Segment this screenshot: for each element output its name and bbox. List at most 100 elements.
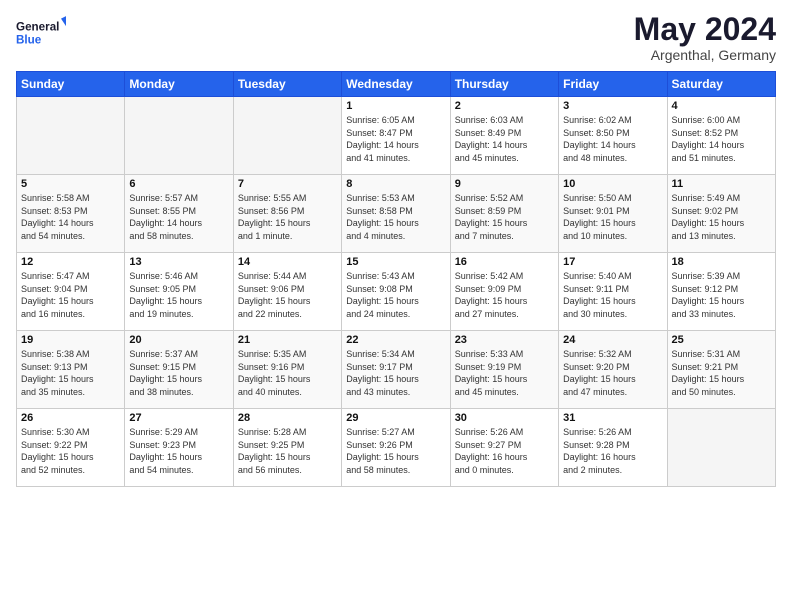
day-info: Sunrise: 5:28 AM Sunset: 9:25 PM Dayligh… [238, 426, 337, 476]
day-info: Sunrise: 5:40 AM Sunset: 9:11 PM Dayligh… [563, 270, 662, 320]
day-info: Sunrise: 5:50 AM Sunset: 9:01 PM Dayligh… [563, 192, 662, 242]
page: General Blue May 2024 Argenthal, Germany… [0, 0, 792, 612]
location-subtitle: Argenthal, Germany [634, 47, 776, 63]
day-info: Sunrise: 5:47 AM Sunset: 9:04 PM Dayligh… [21, 270, 120, 320]
table-row: 14 Sunrise: 5:44 AM Sunset: 9:06 PM Dayli… [233, 253, 341, 331]
table-row: 13 Sunrise: 5:46 AM Sunset: 9:05 PM Dayli… [125, 253, 233, 331]
day-number: 1 [346, 100, 445, 112]
month-title: May 2024 [634, 12, 776, 47]
table-row: 8Sunrise: 5:53 AM Sunset: 8:58 PM Daylig… [342, 175, 450, 253]
day-info: Sunrise: 5:57 AM Sunset: 8:55 PM Dayligh… [129, 192, 228, 242]
table-row [233, 97, 341, 175]
col-sunday: Sunday [17, 72, 125, 97]
day-info: Sunrise: 5:37 AM Sunset: 9:15 PM Dayligh… [129, 348, 228, 398]
week-row-1: 5Sunrise: 5:58 AM Sunset: 8:53 PM Daylig… [17, 175, 776, 253]
table-row: 25Sunrise: 5:31 AM Sunset: 9:21 PM Dayli… [667, 331, 775, 409]
day-number: 30 [455, 412, 554, 424]
col-saturday: Saturday [667, 72, 775, 97]
week-row-2: 12Sunrise: 5:47 AM Sunset: 9:04 PM Dayli… [17, 253, 776, 331]
day-number: 21 [238, 334, 337, 346]
day-number: 19 [21, 334, 120, 346]
table-row: 6 Sunrise: 5:57 AM Sunset: 8:55 PM Daylig… [125, 175, 233, 253]
col-tuesday: Tuesday [233, 72, 341, 97]
day-number: 13 [129, 256, 228, 268]
day-info: Sunrise: 5:27 AM Sunset: 9:26 PM Dayligh… [346, 426, 445, 476]
day-info: Sunrise: 5:43 AM Sunset: 9:08 PM Dayligh… [346, 270, 445, 320]
day-number: 9 [455, 178, 554, 190]
table-row: 21 Sunrise: 5:35 AM Sunset: 9:16 PM Dayli… [233, 331, 341, 409]
day-number: 23 [455, 334, 554, 346]
calendar: Sunday Monday Tuesday Wednesday Thursday… [16, 71, 776, 487]
day-info: Sunrise: 5:44 AM Sunset: 9:06 PM Dayligh… [238, 270, 337, 320]
day-number: 18 [672, 256, 771, 268]
day-number: 7 [238, 178, 337, 190]
table-row: 9 Sunrise: 5:52 AM Sunset: 8:59 PM Daylig… [450, 175, 558, 253]
day-number: 4 [672, 100, 771, 112]
col-friday: Friday [559, 72, 667, 97]
day-number: 11 [672, 178, 771, 190]
table-row: 27 Sunrise: 5:29 AM Sunset: 9:23 PM Dayli… [125, 409, 233, 487]
table-row [17, 97, 125, 175]
day-info: Sunrise: 5:49 AM Sunset: 9:02 PM Dayligh… [672, 192, 771, 242]
table-row: 26 Sunrise: 5:30 AM Sunset: 9:22 PM Dayli… [17, 409, 125, 487]
day-info: Sunrise: 5:55 AM Sunset: 8:56 PM Dayligh… [238, 192, 337, 242]
day-number: 2 [455, 100, 554, 112]
table-row: 16Sunrise: 5:42 AM Sunset: 9:09 PM Dayli… [450, 253, 558, 331]
table-row: 12Sunrise: 5:47 AM Sunset: 9:04 PM Dayli… [17, 253, 125, 331]
week-row-4: 26 Sunrise: 5:30 AM Sunset: 9:22 PM Dayli… [17, 409, 776, 487]
col-thursday: Thursday [450, 72, 558, 97]
day-info: Sunrise: 5:30 AM Sunset: 9:22 PM Dayligh… [21, 426, 120, 476]
table-row: 20 Sunrise: 5:37 AM Sunset: 9:15 PM Dayli… [125, 331, 233, 409]
day-number: 14 [238, 256, 337, 268]
day-number: 22 [346, 334, 445, 346]
table-row: 17 Sunrise: 5:40 AM Sunset: 9:11 PM Dayli… [559, 253, 667, 331]
table-row: 23 Sunrise: 5:33 AM Sunset: 9:19 PM Dayli… [450, 331, 558, 409]
day-number: 26 [21, 412, 120, 424]
title-block: May 2024 Argenthal, Germany [634, 12, 776, 63]
table-row: 11 Sunrise: 5:49 AM Sunset: 9:02 PM Dayli… [667, 175, 775, 253]
calendar-header-row: Sunday Monday Tuesday Wednesday Thursday… [17, 72, 776, 97]
day-info: Sunrise: 5:52 AM Sunset: 8:59 PM Dayligh… [455, 192, 554, 242]
table-row: 30 Sunrise: 5:26 AM Sunset: 9:27 PM Dayli… [450, 409, 558, 487]
day-number: 3 [563, 100, 662, 112]
logo-svg: General Blue [16, 12, 66, 52]
day-info: Sunrise: 5:53 AM Sunset: 8:58 PM Dayligh… [346, 192, 445, 242]
day-info: Sunrise: 5:35 AM Sunset: 9:16 PM Dayligh… [238, 348, 337, 398]
table-row [125, 97, 233, 175]
table-row: 5Sunrise: 5:58 AM Sunset: 8:53 PM Daylig… [17, 175, 125, 253]
day-info: Sunrise: 5:31 AM Sunset: 9:21 PM Dayligh… [672, 348, 771, 398]
table-row: 28 Sunrise: 5:28 AM Sunset: 9:25 PM Dayli… [233, 409, 341, 487]
table-row: 18 Sunrise: 5:39 AM Sunset: 9:12 PM Dayli… [667, 253, 775, 331]
day-number: 16 [455, 256, 554, 268]
table-row: 7 Sunrise: 5:55 AM Sunset: 8:56 PM Daylig… [233, 175, 341, 253]
day-info: Sunrise: 5:29 AM Sunset: 9:23 PM Dayligh… [129, 426, 228, 476]
day-info: Sunrise: 6:05 AM Sunset: 8:47 PM Dayligh… [346, 114, 445, 164]
col-monday: Monday [125, 72, 233, 97]
table-row: 15Sunrise: 5:43 AM Sunset: 9:08 PM Dayli… [342, 253, 450, 331]
table-row: 24Sunrise: 5:32 AM Sunset: 9:20 PM Dayli… [559, 331, 667, 409]
week-row-0: 1 Sunrise: 6:05 AM Sunset: 8:47 PM Daylig… [17, 97, 776, 175]
day-info: Sunrise: 6:03 AM Sunset: 8:49 PM Dayligh… [455, 114, 554, 164]
day-number: 27 [129, 412, 228, 424]
table-row: 29Sunrise: 5:27 AM Sunset: 9:26 PM Dayli… [342, 409, 450, 487]
day-info: Sunrise: 5:26 AM Sunset: 9:27 PM Dayligh… [455, 426, 554, 476]
day-number: 5 [21, 178, 120, 190]
day-number: 31 [563, 412, 662, 424]
header: General Blue May 2024 Argenthal, Germany [16, 12, 776, 63]
logo: General Blue [16, 12, 66, 52]
table-row: 31Sunrise: 5:26 AM Sunset: 9:28 PM Dayli… [559, 409, 667, 487]
day-info: Sunrise: 5:39 AM Sunset: 9:12 PM Dayligh… [672, 270, 771, 320]
day-info: Sunrise: 6:00 AM Sunset: 8:52 PM Dayligh… [672, 114, 771, 164]
col-wednesday: Wednesday [342, 72, 450, 97]
day-info: Sunrise: 5:46 AM Sunset: 9:05 PM Dayligh… [129, 270, 228, 320]
day-number: 20 [129, 334, 228, 346]
day-info: Sunrise: 5:34 AM Sunset: 9:17 PM Dayligh… [346, 348, 445, 398]
table-row: 10Sunrise: 5:50 AM Sunset: 9:01 PM Dayli… [559, 175, 667, 253]
table-row: 3Sunrise: 6:02 AM Sunset: 8:50 PM Daylig… [559, 97, 667, 175]
day-number: 17 [563, 256, 662, 268]
day-number: 28 [238, 412, 337, 424]
day-number: 6 [129, 178, 228, 190]
table-row: 22 Sunrise: 5:34 AM Sunset: 9:17 PM Dayli… [342, 331, 450, 409]
table-row: 2 Sunrise: 6:03 AM Sunset: 8:49 PM Daylig… [450, 97, 558, 175]
day-info: Sunrise: 5:33 AM Sunset: 9:19 PM Dayligh… [455, 348, 554, 398]
